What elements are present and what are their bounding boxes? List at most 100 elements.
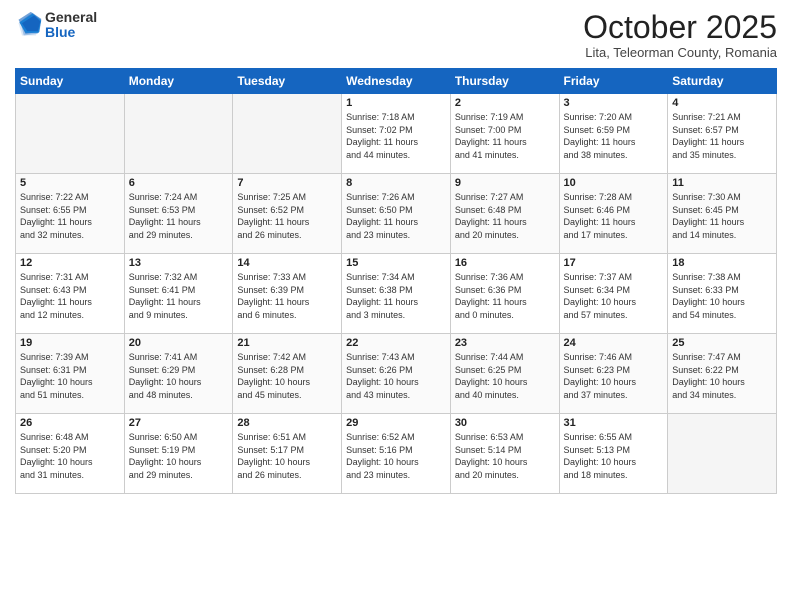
table-row: 14 Sunrise: 7:33 AMSunset: 6:39 PMDayligh…: [233, 254, 342, 334]
day-number: 31: [564, 417, 664, 429]
day-info: Sunrise: 7:47 AMSunset: 6:22 PMDaylight:…: [672, 351, 772, 401]
col-saturday: Saturday: [668, 69, 777, 94]
col-thursday: Thursday: [450, 69, 559, 94]
table-row: 27 Sunrise: 6:50 AMSunset: 5:19 PMDayligh…: [124, 414, 233, 494]
day-number: 15: [346, 257, 446, 269]
day-number: 1: [346, 97, 446, 109]
day-info: Sunrise: 7:31 AMSunset: 6:43 PMDaylight:…: [20, 271, 120, 321]
table-row: 29Sunrise: 6:52 AMSunset: 5:16 PMDayligh…: [342, 414, 451, 494]
logo-general: General: [45, 10, 97, 25]
day-info: Sunrise: 7:33 AMSunset: 6:39 PMDaylight:…: [237, 271, 337, 321]
day-info: Sunrise: 7:30 AMSunset: 6:45 PMDaylight:…: [672, 191, 772, 241]
calendar-header-row: Sunday Monday Tuesday Wednesday Thursday…: [16, 69, 777, 94]
day-number: 9: [455, 177, 555, 189]
calendar-week-row: 26 Sunrise: 6:48 AMSunset: 5:20 PMDayligh…: [16, 414, 777, 494]
day-number: 23: [455, 337, 555, 349]
day-number: 30: [455, 417, 555, 429]
calendar-table: Sunday Monday Tuesday Wednesday Thursday…: [15, 68, 777, 494]
table-row: 23 Sunrise: 7:44 AMSunset: 6:25 PMDayligh…: [450, 334, 559, 414]
table-row: 3 Sunrise: 7:20 AMSunset: 6:59 PMDaylight…: [559, 94, 668, 174]
table-row: 20 Sunrise: 7:41 AMSunset: 6:29 PMDayligh…: [124, 334, 233, 414]
day-info: Sunrise: 7:28 AMSunset: 6:46 PMDaylight:…: [564, 191, 664, 241]
day-number: 21: [237, 337, 337, 349]
table-row: 13Sunrise: 7:32 AMSunset: 6:41 PMDayligh…: [124, 254, 233, 334]
table-row: 18Sunrise: 7:38 AMSunset: 6:33 PMDayligh…: [668, 254, 777, 334]
day-info: Sunrise: 6:50 AMSunset: 5:19 PMDaylight:…: [129, 431, 229, 481]
day-info: Sunrise: 7:22 AMSunset: 6:55 PMDaylight:…: [20, 191, 120, 241]
table-row: 11 Sunrise: 7:30 AMSunset: 6:45 PMDayligh…: [668, 174, 777, 254]
table-row: [16, 94, 125, 174]
col-sunday: Sunday: [16, 69, 125, 94]
page: General Blue October 2025 Lita, Teleorma…: [0, 0, 792, 612]
day-info: Sunrise: 7:20 AMSunset: 6:59 PMDaylight:…: [564, 111, 664, 161]
table-row: 24Sunrise: 7:46 AMSunset: 6:23 PMDayligh…: [559, 334, 668, 414]
day-info: Sunrise: 7:37 AMSunset: 6:34 PMDaylight:…: [564, 271, 664, 321]
day-number: 8: [346, 177, 446, 189]
location-subtitle: Lita, Teleorman County, Romania: [583, 45, 777, 60]
day-info: Sunrise: 6:55 AMSunset: 5:13 PMDaylight:…: [564, 431, 664, 481]
day-info: Sunrise: 7:36 AMSunset: 6:36 PMDaylight:…: [455, 271, 555, 321]
day-info: Sunrise: 7:27 AMSunset: 6:48 PMDaylight:…: [455, 191, 555, 241]
day-info: Sunrise: 7:21 AMSunset: 6:57 PMDaylight:…: [672, 111, 772, 161]
day-info: Sunrise: 6:48 AMSunset: 5:20 PMDaylight:…: [20, 431, 120, 481]
day-info: Sunrise: 7:24 AMSunset: 6:53 PMDaylight:…: [129, 191, 229, 241]
table-row: 9 Sunrise: 7:27 AMSunset: 6:48 PMDaylight…: [450, 174, 559, 254]
day-number: 3: [564, 97, 664, 109]
table-row: 31 Sunrise: 6:55 AMSunset: 5:13 PMDayligh…: [559, 414, 668, 494]
table-row: 30 Sunrise: 6:53 AMSunset: 5:14 PMDayligh…: [450, 414, 559, 494]
col-monday: Monday: [124, 69, 233, 94]
table-row: 28 Sunrise: 6:51 AMSunset: 5:17 PMDayligh…: [233, 414, 342, 494]
table-row: 10 Sunrise: 7:28 AMSunset: 6:46 PMDayligh…: [559, 174, 668, 254]
calendar-week-row: 5 Sunrise: 7:22 AMSunset: 6:55 PMDaylight…: [16, 174, 777, 254]
table-row: [233, 94, 342, 174]
day-number: 12: [20, 257, 120, 269]
day-info: Sunrise: 7:32 AMSunset: 6:41 PMDaylight:…: [129, 271, 229, 321]
day-info: Sunrise: 6:53 AMSunset: 5:14 PMDaylight:…: [455, 431, 555, 481]
table-row: 5 Sunrise: 7:22 AMSunset: 6:55 PMDaylight…: [16, 174, 125, 254]
day-number: 20: [129, 337, 229, 349]
table-row: [124, 94, 233, 174]
day-number: 22: [346, 337, 446, 349]
logo-text: General Blue: [45, 10, 97, 41]
day-info: Sunrise: 7:43 AMSunset: 6:26 PMDaylight:…: [346, 351, 446, 401]
day-number: 11: [672, 177, 772, 189]
calendar-week-row: 1 Sunrise: 7:18 AMSunset: 7:02 PMDaylight…: [16, 94, 777, 174]
day-info: Sunrise: 7:42 AMSunset: 6:28 PMDaylight:…: [237, 351, 337, 401]
table-row: [668, 414, 777, 494]
day-number: 19: [20, 337, 120, 349]
day-number: 7: [237, 177, 337, 189]
table-row: 16 Sunrise: 7:36 AMSunset: 6:36 PMDayligh…: [450, 254, 559, 334]
day-number: 5: [20, 177, 120, 189]
logo-blue: Blue: [45, 25, 97, 40]
day-number: 17: [564, 257, 664, 269]
day-number: 25: [672, 337, 772, 349]
day-info: Sunrise: 7:44 AMSunset: 6:25 PMDaylight:…: [455, 351, 555, 401]
day-number: 28: [237, 417, 337, 429]
col-friday: Friday: [559, 69, 668, 94]
day-number: 14: [237, 257, 337, 269]
day-info: Sunrise: 6:51 AMSunset: 5:17 PMDaylight:…: [237, 431, 337, 481]
day-number: 10: [564, 177, 664, 189]
logo-icon: [15, 11, 43, 39]
title-block: October 2025 Lita, Teleorman County, Rom…: [583, 10, 777, 60]
table-row: 4Sunrise: 7:21 AMSunset: 6:57 PMDaylight…: [668, 94, 777, 174]
day-number: 26: [20, 417, 120, 429]
day-info: Sunrise: 7:18 AMSunset: 7:02 PMDaylight:…: [346, 111, 446, 161]
table-row: 1 Sunrise: 7:18 AMSunset: 7:02 PMDaylight…: [342, 94, 451, 174]
day-info: Sunrise: 7:41 AMSunset: 6:29 PMDaylight:…: [129, 351, 229, 401]
day-number: 24: [564, 337, 664, 349]
day-number: 27: [129, 417, 229, 429]
table-row: 19Sunrise: 7:39 AMSunset: 6:31 PMDayligh…: [16, 334, 125, 414]
month-title: October 2025: [583, 10, 777, 45]
table-row: 21 Sunrise: 7:42 AMSunset: 6:28 PMDayligh…: [233, 334, 342, 414]
table-row: 7 Sunrise: 7:25 AMSunset: 6:52 PMDaylight…: [233, 174, 342, 254]
day-info: Sunrise: 7:25 AMSunset: 6:52 PMDaylight:…: [237, 191, 337, 241]
table-row: 17 Sunrise: 7:37 AMSunset: 6:34 PMDayligh…: [559, 254, 668, 334]
day-number: 16: [455, 257, 555, 269]
day-number: 18: [672, 257, 772, 269]
col-wednesday: Wednesday: [342, 69, 451, 94]
table-row: 8Sunrise: 7:26 AMSunset: 6:50 PMDaylight…: [342, 174, 451, 254]
day-number: 6: [129, 177, 229, 189]
day-number: 29: [346, 417, 446, 429]
table-row: 2Sunrise: 7:19 AMSunset: 7:00 PMDaylight…: [450, 94, 559, 174]
